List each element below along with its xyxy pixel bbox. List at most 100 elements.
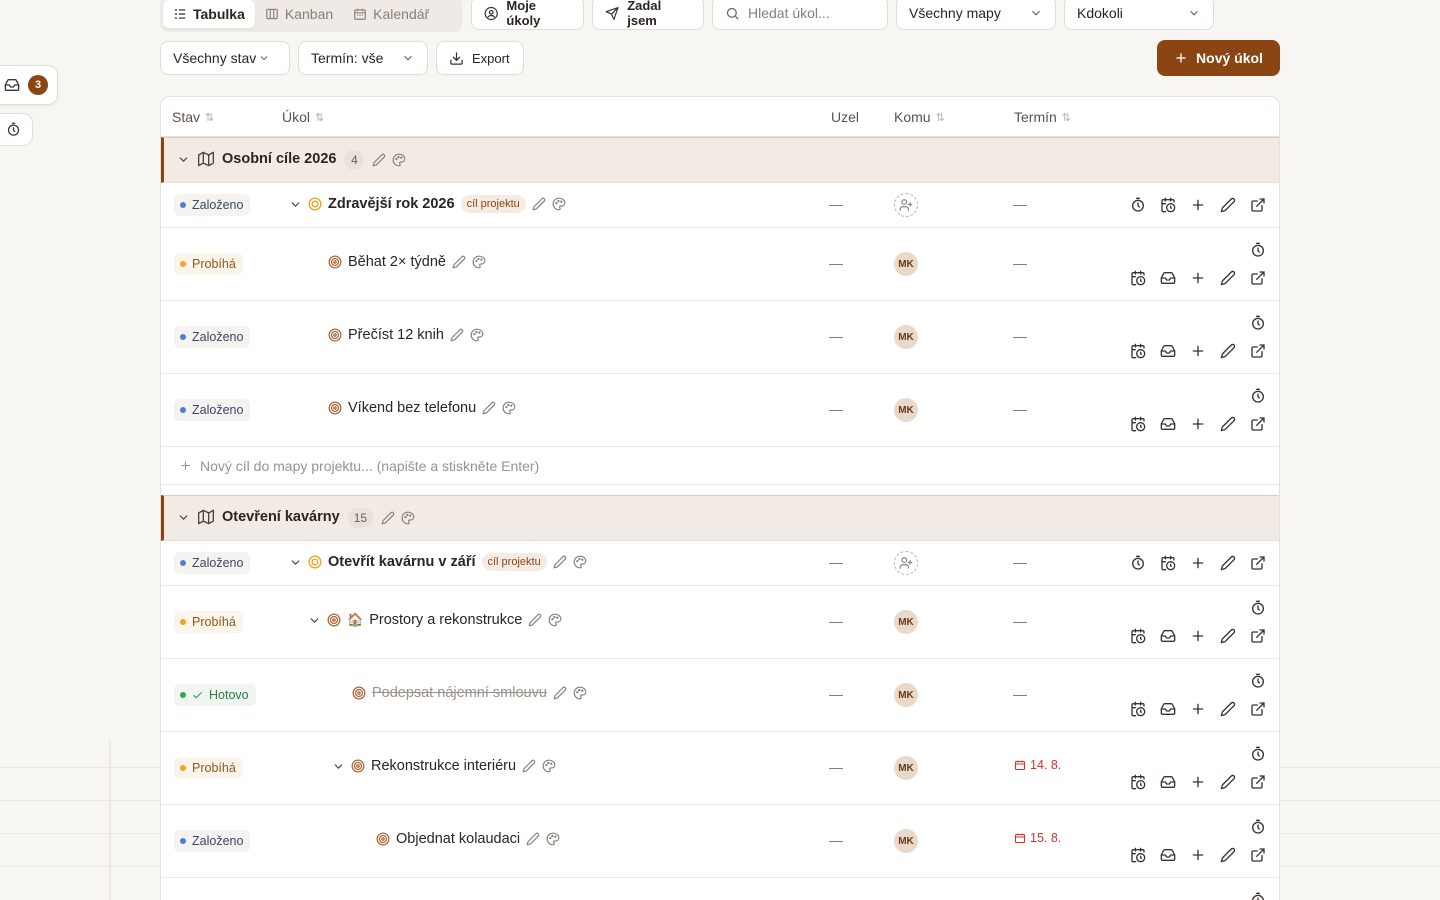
status-badge[interactable]: Hotovo bbox=[174, 684, 256, 706]
stopwatch-icon[interactable] bbox=[1130, 197, 1146, 213]
inbox-icon[interactable] bbox=[1160, 701, 1176, 717]
palette-icon[interactable] bbox=[472, 255, 486, 269]
open-external-icon[interactable] bbox=[1250, 628, 1266, 644]
stopwatch-icon[interactable] bbox=[1250, 600, 1266, 616]
table-row[interactable]: Založeno Víkend bez telefonu — MK — bbox=[161, 374, 1279, 447]
assigned-by-me-button[interactable]: Zadal jsem bbox=[592, 0, 704, 30]
inbox-icon[interactable] bbox=[1160, 270, 1176, 286]
edit-icon[interactable] bbox=[1220, 270, 1236, 286]
pencil-icon[interactable] bbox=[553, 686, 567, 700]
open-external-icon[interactable] bbox=[1250, 270, 1266, 286]
table-row[interactable]: Založeno Objednat kolaudaci — MK 15. 8. bbox=[161, 805, 1279, 878]
open-external-icon[interactable] bbox=[1250, 701, 1266, 717]
task-name[interactable]: Víkend bez telefonu bbox=[348, 400, 476, 416]
pencil-icon[interactable] bbox=[532, 197, 546, 211]
calendar-clock-icon[interactable] bbox=[1130, 416, 1146, 432]
chevron-down-icon[interactable] bbox=[289, 198, 302, 211]
chevron-down-icon[interactable] bbox=[177, 153, 190, 166]
status-badge[interactable]: Založeno bbox=[174, 194, 251, 216]
calendar-clock-icon[interactable] bbox=[1130, 847, 1146, 863]
add-subtask-icon[interactable] bbox=[1190, 774, 1206, 790]
due-filter-select[interactable]: Termín: vše bbox=[298, 41, 428, 75]
palette-icon[interactable] bbox=[552, 197, 566, 211]
pencil-icon[interactable] bbox=[450, 328, 464, 342]
tab-kalendar[interactable]: Kalendář bbox=[343, 0, 439, 28]
palette-icon[interactable] bbox=[502, 401, 516, 415]
stopwatch-icon[interactable] bbox=[1250, 892, 1266, 900]
palette-icon[interactable] bbox=[401, 511, 415, 525]
add-subtask-icon[interactable] bbox=[1190, 555, 1206, 571]
add-subtask-icon[interactable] bbox=[1190, 270, 1206, 286]
timer-floating-button[interactable] bbox=[0, 113, 33, 146]
stopwatch-icon[interactable] bbox=[1250, 388, 1266, 404]
open-external-icon[interactable] bbox=[1250, 197, 1266, 213]
calendar-clock-icon[interactable] bbox=[1130, 628, 1146, 644]
edit-icon[interactable] bbox=[1220, 416, 1236, 432]
calendar-clock-icon[interactable] bbox=[1130, 701, 1146, 717]
stopwatch-icon[interactable] bbox=[1250, 746, 1266, 762]
table-row[interactable]: Založeno Otevřít kavárnu v září cíl projek… bbox=[161, 540, 1279, 586]
add-subtask-icon[interactable] bbox=[1190, 343, 1206, 359]
edit-icon[interactable] bbox=[1220, 701, 1236, 717]
pencil-icon[interactable] bbox=[522, 759, 536, 773]
open-external-icon[interactable] bbox=[1250, 847, 1266, 863]
task-name[interactable]: Objednat kolaudaci bbox=[396, 831, 520, 847]
calendar-clock-icon[interactable] bbox=[1130, 774, 1146, 790]
status-badge[interactable]: Probíhá bbox=[174, 757, 243, 779]
edit-icon[interactable] bbox=[1220, 197, 1236, 213]
table-row[interactable]: Probíhá Rekonstrukce interiéru — MK 14. 8. bbox=[161, 732, 1279, 805]
pencil-icon[interactable] bbox=[372, 153, 386, 167]
task-name[interactable]: Podepsat nájemní smlouvu bbox=[372, 685, 547, 701]
pencil-icon[interactable] bbox=[526, 832, 540, 846]
open-external-icon[interactable] bbox=[1250, 416, 1266, 432]
search-input[interactable]: Hledat úkol... bbox=[712, 0, 888, 30]
add-subtask-icon[interactable] bbox=[1190, 628, 1206, 644]
due-date[interactable]: 15. 8. bbox=[1014, 831, 1061, 845]
status-filter-select[interactable]: Všechny stav bbox=[160, 41, 290, 75]
chevron-down-icon[interactable] bbox=[289, 556, 302, 569]
table-row[interactable]: Založeno Zdravější rok 2026 cíl projektu — — bbox=[161, 182, 1279, 228]
status-badge[interactable]: Založeno bbox=[174, 326, 251, 348]
palette-icon[interactable] bbox=[546, 832, 560, 846]
inbox-floating-button[interactable]: 3 bbox=[0, 65, 58, 105]
add-subtask-icon[interactable] bbox=[1190, 847, 1206, 863]
due-date[interactable]: 14. 8. bbox=[1014, 758, 1061, 772]
pencil-icon[interactable] bbox=[452, 255, 466, 269]
palette-icon[interactable] bbox=[573, 555, 587, 569]
edit-icon[interactable] bbox=[1220, 774, 1236, 790]
add-subtask-icon[interactable] bbox=[1190, 701, 1206, 717]
task-name[interactable]: Zdravější rok 2026 bbox=[328, 196, 455, 212]
pencil-icon[interactable] bbox=[553, 555, 567, 569]
edit-icon[interactable] bbox=[1220, 628, 1236, 644]
column-header-termin[interactable]: Termín ⇅ bbox=[1014, 109, 1071, 125]
calendar-clock-icon[interactable] bbox=[1160, 555, 1176, 571]
stopwatch-icon[interactable] bbox=[1130, 555, 1146, 571]
edit-icon[interactable] bbox=[1220, 847, 1236, 863]
tab-kanban[interactable]: Kanban bbox=[255, 0, 343, 28]
chevron-down-icon[interactable] bbox=[177, 511, 190, 524]
status-badge[interactable]: Založeno bbox=[174, 830, 251, 852]
column-header-komu[interactable]: Komu ⇅ bbox=[894, 109, 945, 125]
maps-select[interactable]: Všechny mapy bbox=[896, 0, 1056, 30]
my-tasks-button[interactable]: Moje úkoly bbox=[471, 0, 584, 30]
task-name[interactable]: Běhat 2× týdně bbox=[348, 254, 446, 270]
inbox-icon[interactable] bbox=[1160, 628, 1176, 644]
stopwatch-icon[interactable] bbox=[1250, 673, 1266, 689]
table-row[interactable]: Probíhá Běhat 2× týdně — MK — bbox=[161, 228, 1279, 301]
assignee-select[interactable]: Kdokoli bbox=[1064, 0, 1214, 30]
status-badge[interactable]: Probíhá bbox=[174, 253, 243, 275]
assign-user-button[interactable] bbox=[894, 551, 918, 575]
palette-icon[interactable] bbox=[573, 686, 587, 700]
group-header[interactable]: Otevření kavárny 15 bbox=[161, 495, 1279, 541]
stopwatch-icon[interactable] bbox=[1250, 315, 1266, 331]
chevron-down-icon[interactable] bbox=[308, 614, 321, 627]
palette-icon[interactable] bbox=[542, 759, 556, 773]
tab-tabulka[interactable]: Tabulka bbox=[163, 0, 255, 28]
add-subtask-icon[interactable] bbox=[1190, 416, 1206, 432]
task-name[interactable]: Přečíst 12 knih bbox=[348, 327, 444, 343]
add-subtask-icon[interactable] bbox=[1190, 197, 1206, 213]
pencil-icon[interactable] bbox=[482, 401, 496, 415]
table-row[interactable]: Hotovo Podepsat nájemní smlouvu — MK — bbox=[161, 659, 1279, 732]
inbox-icon[interactable] bbox=[1160, 774, 1176, 790]
stopwatch-icon[interactable] bbox=[1250, 819, 1266, 835]
